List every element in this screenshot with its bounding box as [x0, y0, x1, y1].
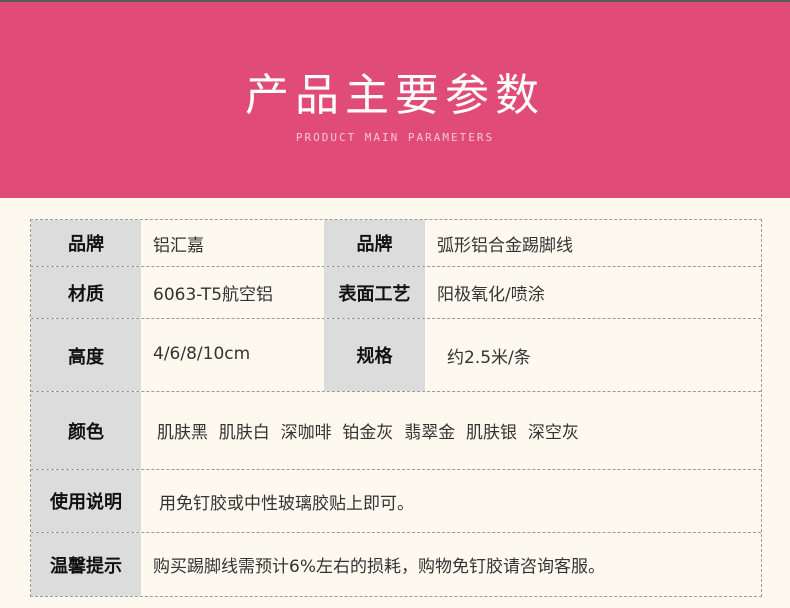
table-row-tip: 温馨提示 购买踢脚线需预计6%左右的损耗，购物免钉胶请咨询客服。: [31, 533, 761, 596]
material-value: 6063-T5航空铝: [153, 285, 274, 305]
spec-value: 约2.5米/条: [447, 348, 531, 368]
color-label: 颜色: [31, 392, 141, 469]
product-value: 弧形铝合金踢脚线: [437, 235, 573, 256]
brand-label: 品牌: [31, 220, 141, 266]
header-banner: 产品主要参数 PRODUCT MAIN PARAMETERS: [0, 0, 790, 198]
page-subtitle: PRODUCT MAIN PARAMETERS: [295, 131, 495, 144]
table-row-material: 材质 6063-T5航空铝 表面工艺 阳极氧化/喷涂: [31, 267, 761, 319]
table-row-height: 高度 4/6/8/10cm 规格 约2.5米/条: [31, 319, 761, 392]
material-label: 材质: [31, 267, 141, 318]
height-label: 高度: [31, 319, 141, 391]
surface-value: 阳极氧化/喷涂: [437, 285, 545, 305]
parameters-table: 品牌 铝汇嘉 品牌 弧形铝合金踢脚线 材质 6063-T5航空铝 表面工艺 阳极…: [30, 219, 762, 597]
color-value: 肌肤黑 肌肤白 深咖啡 铂金灰 翡翠金 肌肤银 深空灰: [157, 423, 579, 443]
brand-value: 铝汇嘉: [153, 235, 204, 256]
usage-value: 用免钉胶或中性玻璃胶贴上即可。: [159, 493, 414, 514]
tip-value: 购买踢脚线需预计6%左右的损耗，购物免钉胶请咨询客服。: [153, 557, 605, 577]
product-label: 品牌: [324, 220, 425, 266]
height-value: 4/6/8/10cm: [153, 344, 251, 364]
table-row-color: 颜色 肌肤黑 肌肤白 深咖啡 铂金灰 翡翠金 肌肤银 深空灰: [31, 392, 761, 470]
surface-label: 表面工艺: [324, 267, 425, 318]
page-title: 产品主要参数: [245, 70, 545, 121]
table-row-brand: 品牌 铝汇嘉 品牌 弧形铝合金踢脚线: [31, 220, 761, 267]
spec-label: 规格: [324, 319, 425, 391]
tip-label: 温馨提示: [31, 533, 141, 596]
usage-label: 使用说明: [31, 470, 141, 532]
table-row-usage: 使用说明 用免钉胶或中性玻璃胶贴上即可。: [31, 470, 761, 533]
